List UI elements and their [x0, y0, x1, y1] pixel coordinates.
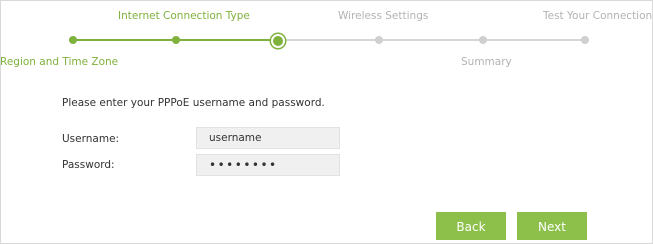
- username-field[interactable]: username: [196, 127, 340, 149]
- step-dot-test-connection: [581, 36, 589, 44]
- step-label-internet-connection-type: Internet Connection Type: [118, 10, 250, 22]
- next-button[interactable]: Next: [517, 212, 587, 240]
- username-label: Username:: [62, 133, 120, 145]
- password-field[interactable]: ••••••••: [196, 154, 340, 176]
- step-dot-internet-connection: [172, 36, 180, 44]
- form-prompt: Please enter your PPPoE username and pas…: [62, 97, 325, 109]
- step-label-summary: Summary: [461, 56, 512, 68]
- step-label-test-your-connection: Test Your Connection: [543, 10, 653, 22]
- step-dot-summary: [479, 36, 487, 44]
- step-label-wireless-settings: Wireless Settings: [338, 10, 429, 22]
- step-dot-wireless: [375, 36, 383, 44]
- step-label-region-and-time-zone: Region and Time Zone: [0, 56, 119, 68]
- step-dot-region: [69, 36, 77, 44]
- wizard-panel: [0, 0, 653, 244]
- password-label: Password:: [62, 159, 115, 171]
- progress-track-remaining: [278, 39, 586, 41]
- back-button[interactable]: Back: [436, 212, 506, 240]
- step-dot-current: [271, 34, 285, 48]
